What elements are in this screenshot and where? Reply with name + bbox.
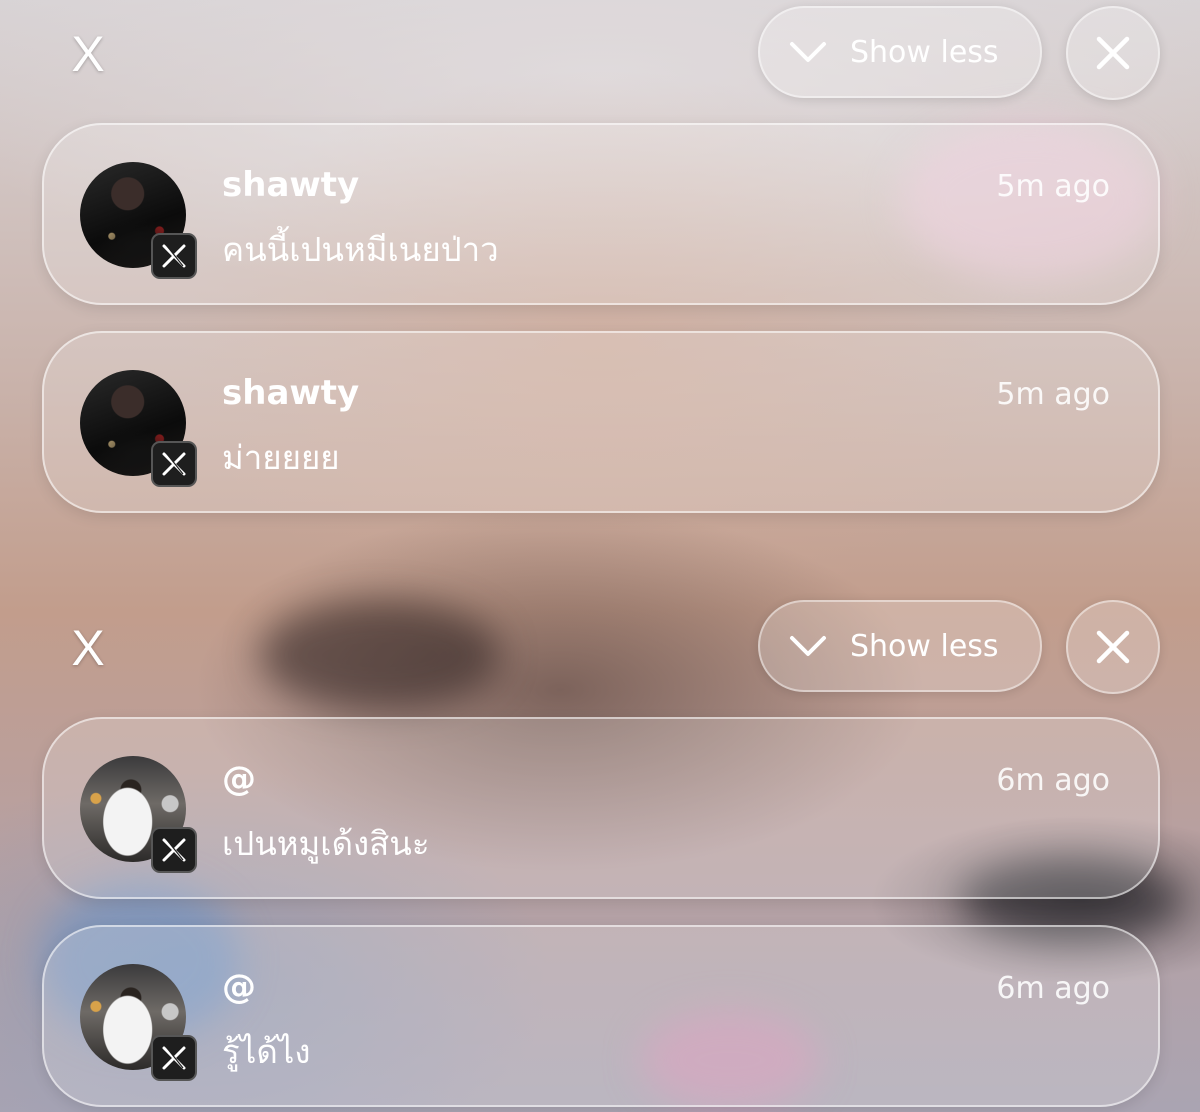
timestamp: 6m ago — [996, 971, 1110, 1006]
sender-name: shawty — [222, 373, 360, 413]
x-logo-icon — [151, 1035, 197, 1081]
chevron-down-icon — [790, 636, 826, 656]
close-icon — [1096, 36, 1130, 70]
chevron-down-icon — [790, 42, 826, 62]
notification-card[interactable]: @ รู้ได้ไง 6m ago — [42, 925, 1160, 1107]
x-logo-icon — [151, 441, 197, 487]
message-text: ม่ายยยย — [222, 438, 340, 477]
sender-name: shawty — [222, 165, 360, 205]
message-text: เปนหมูเด้งสินะ — [222, 824, 430, 863]
message-text: รู้ได้ไง — [222, 1032, 311, 1071]
show-less-label: Show less — [850, 628, 999, 664]
timestamp: 6m ago — [996, 763, 1110, 798]
timestamp: 5m ago — [996, 377, 1110, 412]
x-logo-icon — [151, 233, 197, 279]
sender-name: @ — [222, 759, 256, 799]
clear-group-button[interactable] — [1066, 6, 1160, 100]
dismiss-group-button[interactable]: X — [66, 623, 110, 673]
timestamp: 5m ago — [996, 169, 1110, 204]
notification-card[interactable]: shawty ม่ายยยย 5m ago — [42, 331, 1160, 513]
close-icon — [1096, 630, 1130, 664]
message-text: คนนี้เปนหมีเนยป่าว — [222, 230, 499, 269]
clear-group-button[interactable] — [1066, 600, 1160, 694]
sender-name: @ — [222, 967, 256, 1007]
notification-card[interactable]: shawty คนนี้เปนหมีเนยป่าว 5m ago — [42, 123, 1160, 305]
show-less-button[interactable]: Show less — [758, 600, 1042, 692]
show-less-button[interactable]: Show less — [758, 6, 1042, 98]
dismiss-group-button[interactable]: X — [66, 29, 110, 79]
x-logo-icon — [151, 827, 197, 873]
show-less-label: Show less — [850, 34, 999, 70]
notification-card[interactable]: @ เปนหมูเด้งสินะ 6m ago — [42, 717, 1160, 899]
